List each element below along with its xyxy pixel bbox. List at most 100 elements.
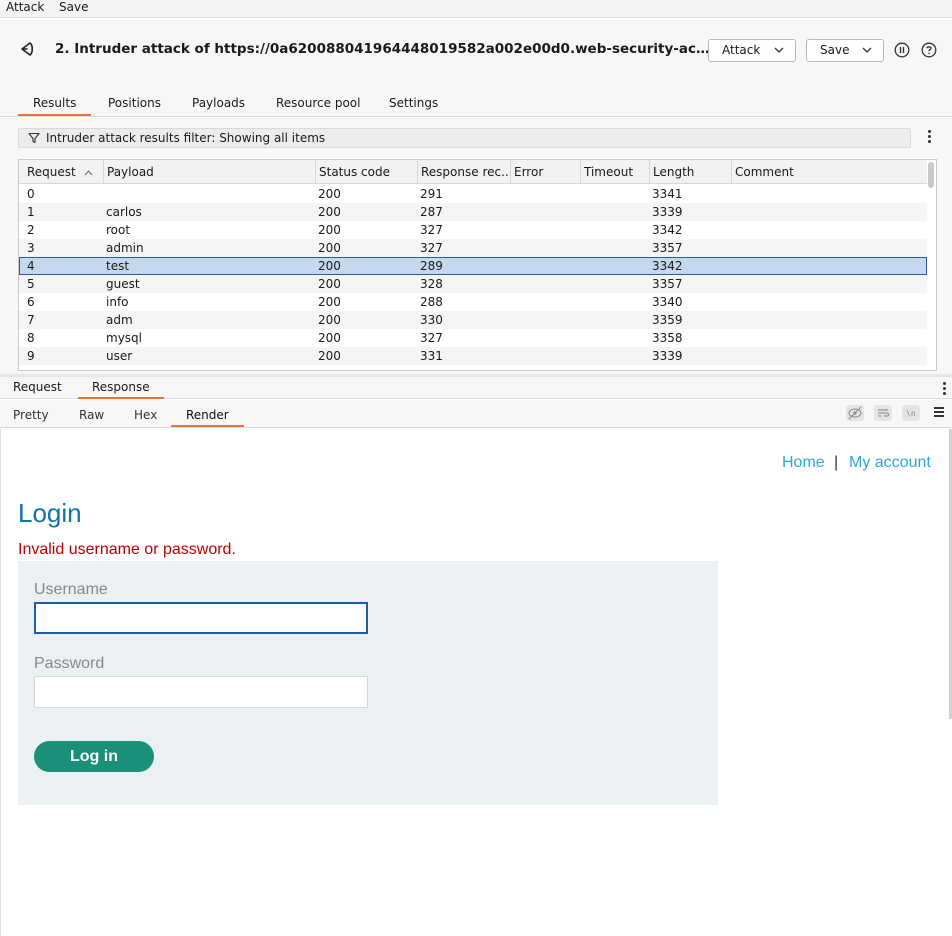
cell-payload: guest [106, 277, 140, 291]
error-message: Invalid username or password. [18, 541, 236, 558]
cell-request: 7 [27, 313, 35, 327]
cell-payload: user [106, 349, 133, 363]
column-header[interactable]: Error [511, 160, 581, 184]
cell-length: 3358 [652, 331, 683, 345]
table-row[interactable]: 8 mysql 200 327 3358 [19, 329, 927, 347]
results-table: Request Payload Status code Response rec… [18, 159, 937, 371]
column-header[interactable]: Comment [732, 160, 927, 184]
tab-raw[interactable]: Raw [79, 408, 104, 422]
table-row[interactable]: 3 admin 200 327 3357 [19, 239, 927, 257]
table-scrollbar[interactable] [928, 162, 934, 188]
cell-payload: adm [106, 313, 133, 327]
column-header[interactable]: Response rec... [418, 160, 511, 184]
cell-response: 287 [420, 205, 443, 219]
tab-request[interactable]: Request [13, 380, 62, 394]
tab-resource-pool[interactable]: Resource pool [276, 96, 360, 110]
help-icon[interactable] [921, 42, 937, 58]
cell-response: 327 [420, 331, 443, 345]
cell-status: 200 [318, 187, 341, 201]
table-row[interactable]: 6 info 200 288 3340 [19, 293, 927, 311]
hamburger-menu-icon[interactable] [934, 407, 944, 419]
save-button-label: Save [820, 43, 850, 57]
login-form: Username Password Log in [18, 561, 718, 805]
tab-pretty[interactable]: Pretty [13, 408, 49, 422]
cell-length: 3342 [652, 259, 683, 273]
pause-icon[interactable] [894, 42, 910, 58]
cell-request: 8 [27, 331, 35, 345]
cell-request: 1 [27, 205, 35, 219]
table-row[interactable]: 1 carlos 200 287 3339 [19, 203, 927, 221]
more-options-icon[interactable] [928, 130, 932, 145]
attack-title: 2. Intruder attack of https://0a62008804… [55, 41, 710, 57]
column-header[interactable]: Payload [104, 160, 316, 184]
login-heading: Login [18, 498, 82, 528]
hide-icon[interactable] [846, 405, 864, 421]
column-header[interactable]: Request [24, 160, 104, 184]
cell-response: 330 [420, 313, 443, 327]
svg-text:\n: \n [906, 409, 916, 418]
home-link[interactable]: Home [782, 454, 825, 472]
attack-dropdown-button[interactable]: Attack [708, 39, 796, 62]
table-row[interactable]: 0 200 291 3341 [19, 185, 927, 203]
tab-render[interactable]: Render [171, 408, 244, 427]
results-filter-bar[interactable]: Intruder attack results filter: Showing … [18, 128, 911, 148]
menu-attack[interactable]: Attack [6, 0, 44, 15]
cell-response: 331 [420, 349, 443, 363]
cell-length: 3359 [652, 313, 683, 327]
table-row[interactable]: 7 adm 200 330 3359 [19, 311, 927, 329]
cell-length: 3357 [652, 277, 683, 291]
chevron-down-icon [774, 47, 784, 53]
cell-length: 3339 [652, 205, 683, 219]
cell-status: 200 [318, 277, 341, 291]
chevron-down-icon [862, 47, 872, 53]
table-row[interactable]: 5 guest 200 328 3357 [19, 275, 927, 293]
menu-bar: Attack Save [0, 0, 952, 18]
cell-response: 328 [420, 277, 443, 291]
username-input[interactable] [34, 602, 368, 634]
table-row[interactable]: 9 user 200 331 3339 [19, 347, 927, 365]
table-row[interactable]: 2 root 200 327 3342 [19, 221, 927, 239]
tab-payloads[interactable]: Payloads [192, 96, 245, 110]
password-input[interactable] [34, 676, 368, 708]
column-header[interactable]: Status code [316, 160, 418, 184]
tab-results[interactable]: Results [17, 96, 92, 116]
more-options-icon[interactable] [943, 382, 947, 397]
cell-status: 200 [318, 295, 341, 309]
cell-status: 200 [318, 205, 341, 219]
table-row[interactable]: 4 test 200 289 3342 [19, 257, 927, 275]
save-dropdown-button[interactable]: Save [806, 39, 884, 62]
my-account-link[interactable]: My account [849, 454, 931, 472]
login-button[interactable]: Log in [34, 741, 154, 772]
tab-response[interactable]: Response [78, 380, 164, 399]
attack-tabs: Results Positions Payloads Resource pool… [0, 79, 952, 117]
tab-positions[interactable]: Positions [108, 96, 161, 110]
wrap-lines-icon[interactable] [874, 405, 892, 421]
cell-length: 3357 [652, 241, 683, 255]
username-label: Username [34, 581, 108, 598]
cell-length: 3340 [652, 295, 683, 309]
cell-status: 200 [318, 331, 341, 345]
newline-icon[interactable]: \n [902, 405, 920, 421]
tab-settings[interactable]: Settings [389, 96, 438, 110]
cell-request: 9 [27, 349, 35, 363]
tab-hex[interactable]: Hex [134, 408, 157, 422]
cell-payload: carlos [106, 205, 142, 219]
cell-response: 288 [420, 295, 443, 309]
filter-icon [28, 132, 40, 144]
cell-status: 200 [318, 349, 341, 363]
cell-request: 0 [27, 187, 35, 201]
cell-payload: test [106, 259, 130, 273]
cell-request: 5 [27, 277, 35, 291]
filter-text: Intruder attack results filter: Showing … [46, 131, 326, 145]
cell-response: 289 [420, 259, 443, 273]
arrow-back-icon[interactable] [18, 40, 36, 58]
menu-save[interactable]: Save [59, 0, 88, 15]
view-tabs: Pretty Raw Hex Render \n [0, 400, 952, 428]
cell-length: 3341 [652, 187, 683, 201]
column-header[interactable]: Length [650, 160, 732, 184]
column-header[interactable]: Timeout [581, 160, 650, 184]
cell-status: 200 [318, 313, 341, 327]
message-tabs: Request Response [0, 377, 952, 399]
attack-header: 2. Intruder attack of https://0a62008804… [0, 19, 952, 79]
cell-request: 3 [27, 241, 35, 255]
